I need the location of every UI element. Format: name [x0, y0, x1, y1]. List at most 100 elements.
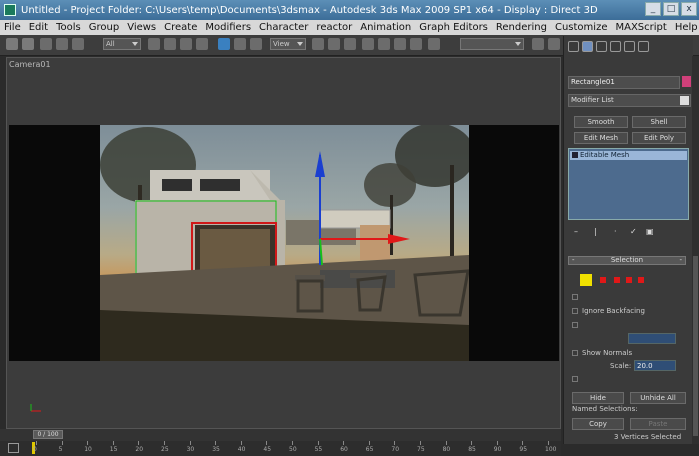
selection-filter-dropdown[interactable]: All	[103, 38, 141, 50]
shell-button[interactable]: Shell	[632, 116, 686, 128]
remove-modifier-icon[interactable]: ✓	[630, 228, 638, 236]
motion-tab-icon[interactable]	[610, 40, 621, 52]
create-tab-icon[interactable]	[568, 40, 579, 52]
menu-graph-editors[interactable]: Graph Editors	[415, 22, 492, 33]
snaps-toggle-icon[interactable]	[362, 38, 374, 50]
configure-modifier-sets-icon[interactable]: ▣	[646, 228, 654, 236]
make-unique-icon[interactable]: ·	[614, 228, 622, 236]
pin-stack-icon[interactable]: –	[574, 228, 582, 236]
undo-icon[interactable]	[6, 38, 18, 50]
face-level-icon[interactable]	[614, 277, 620, 283]
edit-poly-button[interactable]: Edit Poly	[632, 132, 686, 144]
mirror-icon[interactable]	[532, 38, 544, 50]
modify-tab-icon[interactable]	[582, 40, 593, 52]
select-and-rotate-icon[interactable]	[234, 38, 246, 50]
link-icon[interactable]	[40, 38, 52, 50]
timeline-tick-label: 85	[468, 446, 476, 453]
menu-file[interactable]: File	[0, 22, 25, 33]
stack-tools: – | · ✓ ▣	[570, 228, 690, 240]
minimize-button[interactable]: _	[645, 2, 661, 16]
menu-help[interactable]: Help	[671, 22, 699, 33]
percent-snap-icon[interactable]	[394, 38, 406, 50]
by-vertex-checkbox[interactable]	[572, 294, 578, 300]
time-slider-handle[interactable]: 0 / 100	[33, 430, 63, 439]
menu-create[interactable]: Create	[160, 22, 201, 33]
edit-mesh-button[interactable]: Edit Mesh	[574, 132, 628, 144]
named-selection-sets-dropdown[interactable]	[460, 38, 524, 50]
align-icon[interactable]	[548, 38, 560, 50]
redo-icon[interactable]	[22, 38, 34, 50]
rectangular-selection-icon[interactable]	[180, 38, 192, 50]
spinner-snap-icon[interactable]	[410, 38, 422, 50]
window-crossing-icon[interactable]	[196, 38, 208, 50]
ignore-backfacing-checkbox[interactable]	[572, 308, 578, 314]
utilities-tab-icon[interactable]	[638, 40, 649, 52]
smooth-button[interactable]: Smooth	[574, 116, 628, 128]
close-button[interactable]: x	[681, 2, 697, 16]
select-by-name-icon[interactable]	[164, 38, 176, 50]
modifier-list-dropdown[interactable]: Modifier List	[568, 94, 691, 107]
show-end-result-icon[interactable]: |	[594, 228, 602, 236]
unlink-icon[interactable]	[56, 38, 68, 50]
timeline-tick	[548, 441, 549, 445]
selection-rollout-header[interactable]: Selection	[568, 256, 686, 265]
object-color-swatch[interactable]	[682, 76, 691, 87]
bind-space-warp-icon[interactable]	[72, 38, 84, 50]
menu-tools[interactable]: Tools	[52, 22, 85, 33]
select-object-icon[interactable]	[148, 38, 160, 50]
menu-modifiers[interactable]: Modifiers	[201, 22, 255, 33]
timeline-tick	[522, 441, 524, 445]
element-level-icon[interactable]	[638, 277, 644, 283]
menu-maxscript[interactable]: MAXScript	[611, 22, 670, 33]
angle-snap-icon[interactable]	[378, 38, 390, 50]
timeline-tick-label: 5	[58, 446, 63, 453]
timeline-tick	[61, 441, 63, 445]
menu-views[interactable]: Views	[123, 22, 160, 33]
vertex-level-icon[interactable]	[580, 274, 592, 286]
reference-coordinate-dropdown[interactable]: View	[270, 38, 306, 50]
maximize-button[interactable]: □	[663, 2, 679, 16]
stack-item-editable-mesh[interactable]: Editable Mesh	[570, 151, 687, 160]
menu-edit[interactable]: Edit	[25, 22, 52, 33]
object-name-field[interactable]: Rectangle01	[568, 76, 680, 89]
modifier-stack[interactable]: Editable Mesh	[568, 148, 689, 220]
track-bar[interactable]: 0 5 10 15 20 25 30 35 40 45 50 55 60 65 70 75 80 85 90 95 10…	[0, 441, 561, 456]
select-and-move-icon[interactable]	[218, 38, 230, 50]
planar-threshold-spinner[interactable]	[628, 333, 676, 344]
menu-group[interactable]: Group	[85, 22, 123, 33]
hierarchy-tab-icon[interactable]	[596, 40, 607, 52]
edit-named-selections-icon[interactable]	[428, 38, 440, 50]
pivot-center-icon[interactable]	[312, 38, 324, 50]
camera-viewport[interactable]: Camera01	[6, 57, 561, 429]
menu-character[interactable]: Character	[255, 22, 312, 33]
scrollbar-thumb[interactable]	[693, 256, 698, 436]
display-tab-icon[interactable]	[624, 40, 635, 52]
command-panel-scrollbar[interactable]	[692, 56, 699, 444]
show-normals-checkbox[interactable]	[572, 350, 578, 356]
copy-button[interactable]: Copy	[572, 418, 624, 430]
menu-customize[interactable]: Customize	[551, 22, 612, 33]
unhide-all-button[interactable]: Unhide All	[630, 392, 686, 404]
window-title: Untitled - Project Folder: C:\Users\temp…	[21, 4, 598, 16]
select-and-manipulate-icon[interactable]	[328, 38, 340, 50]
polygon-level-icon[interactable]	[626, 277, 632, 283]
chevron-down-icon[interactable]	[680, 96, 689, 105]
mini-curve-editor-icon[interactable]	[8, 443, 19, 453]
menu-animation[interactable]: Animation	[356, 22, 415, 33]
timeline-tick	[164, 441, 165, 445]
select-and-scale-icon[interactable]	[250, 38, 262, 50]
paste-button[interactable]: Paste	[630, 418, 686, 430]
menu-reactor[interactable]: reactor	[312, 22, 356, 33]
ignore-visible-edges-checkbox[interactable]	[572, 322, 578, 328]
app-icon[interactable]	[4, 4, 16, 16]
edge-level-icon[interactable]	[600, 277, 606, 283]
delete-isolated-vertices-checkbox[interactable]	[572, 376, 578, 382]
normals-scale-spinner[interactable]: 20.0	[634, 360, 676, 371]
hide-button[interactable]: Hide	[572, 392, 624, 404]
viewport-label[interactable]: Camera01	[9, 60, 51, 69]
time-slider[interactable]: 0 / 100	[0, 429, 561, 441]
timeline-tick-label: 70	[391, 446, 400, 453]
named-selections-label: Named Selections:	[572, 405, 638, 413]
keyboard-shortcut-icon[interactable]	[344, 38, 356, 50]
menu-rendering[interactable]: Rendering	[492, 22, 551, 33]
